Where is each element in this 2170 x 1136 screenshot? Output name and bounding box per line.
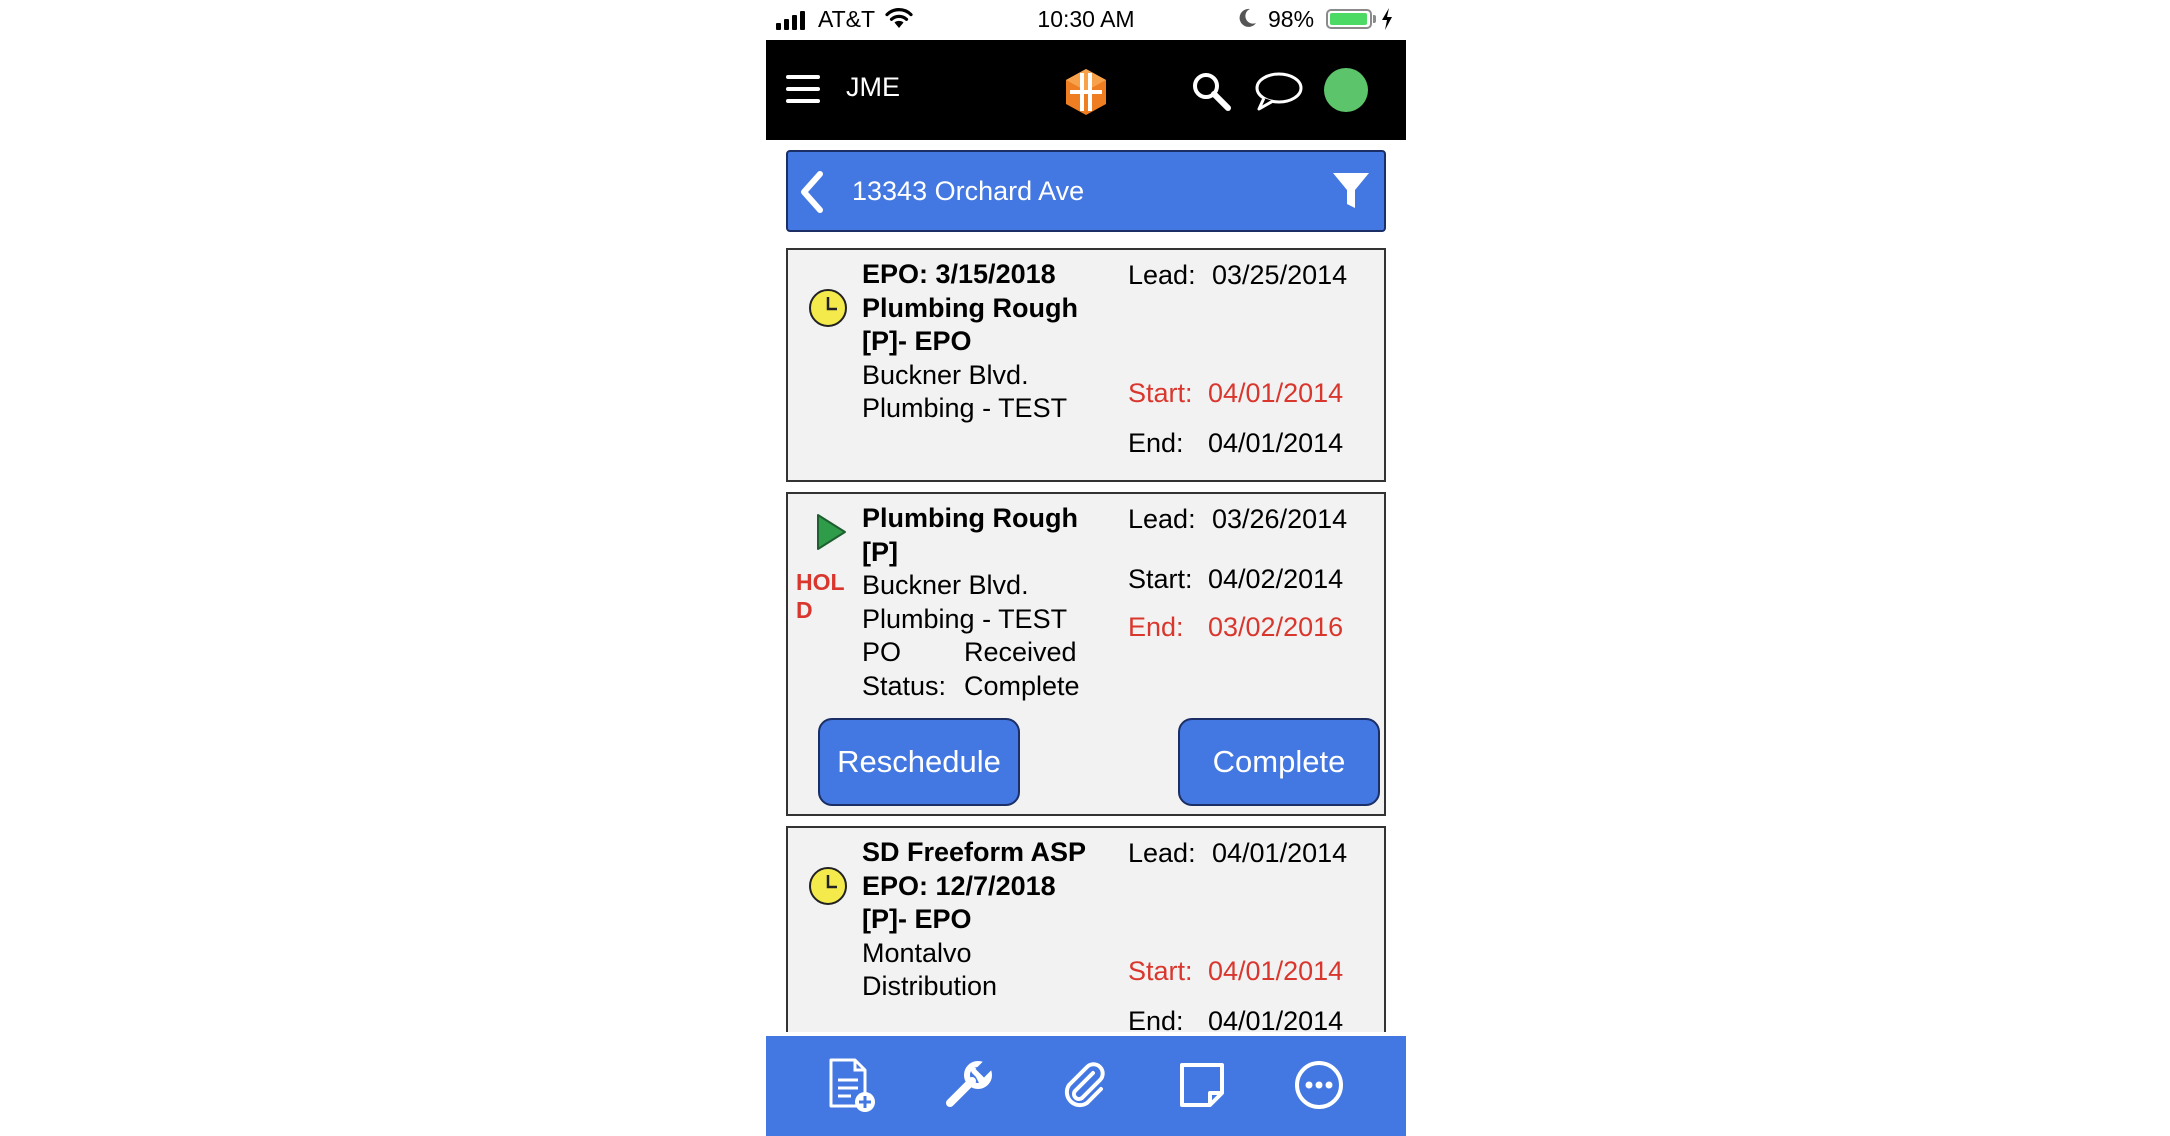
menu-icon[interactable] xyxy=(786,75,820,103)
end-date: 04/01/2014 xyxy=(1208,428,1344,458)
po-row: PO Received xyxy=(862,636,1122,670)
reschedule-button[interactable]: Reschedule xyxy=(818,718,1020,806)
start-date: 04/01/2014 xyxy=(1208,378,1344,408)
start-date: 04/02/2014 xyxy=(1208,564,1344,594)
battery-percent: 98% xyxy=(1268,6,1315,32)
card-details: Plumbing Rough [P] Buckner Blvd. Plumbin… xyxy=(862,502,1122,703)
card-title-line: [P]- EPO xyxy=(862,326,972,356)
logo xyxy=(1066,69,1106,115)
play-icon xyxy=(817,514,846,550)
card-title-line: Plumbing Rough xyxy=(862,503,1078,533)
work-order-card[interactable]: SD Freeform ASP EPO: 12/7/2018 [P]- EPO … xyxy=(786,826,1386,1032)
lead-label: Lead: xyxy=(1128,504,1196,534)
start-label: Start: xyxy=(1128,956,1193,986)
end-date: 03/02/2016 xyxy=(1208,612,1344,642)
more-icon[interactable] xyxy=(1284,1050,1354,1120)
end-label: End: xyxy=(1128,612,1184,642)
new-document-icon[interactable] xyxy=(816,1050,886,1120)
card-title-line: EPO: 3/15/2018 xyxy=(862,259,1056,289)
card-detail-line: Buckner Blvd. xyxy=(862,570,1029,600)
clock-icon xyxy=(809,289,847,327)
card-detail-line: Plumbing - TEST xyxy=(862,393,1068,423)
hold-label: HOLD xyxy=(796,569,845,623)
status-dot[interactable] xyxy=(1324,68,1368,112)
filter-icon[interactable] xyxy=(1331,170,1371,212)
end-date: 04/01/2014 xyxy=(1208,1006,1344,1032)
card-details: SD Freeform ASP EPO: 12/7/2018 [P]- EPO … xyxy=(862,836,1122,1004)
end-label: End: xyxy=(1128,428,1184,458)
wrench-icon[interactable] xyxy=(933,1050,1003,1120)
battery-icon xyxy=(1326,9,1372,29)
status-label: Status: xyxy=(862,670,947,701)
moon-icon xyxy=(1239,8,1256,27)
start-label: Start: xyxy=(1128,564,1193,594)
clock-icon xyxy=(809,867,847,905)
charging-bolt-icon xyxy=(1382,8,1392,30)
card-title-line: EPO: 12/7/2018 xyxy=(862,870,1056,901)
bottom-toolbar xyxy=(766,1036,1406,1136)
lead-date: 03/25/2014 xyxy=(1212,260,1348,290)
lead-label: Lead: xyxy=(1128,838,1196,868)
location-bar: 13343 Orchard Ave xyxy=(786,150,1386,232)
card-detail-line: Montalvo xyxy=(862,937,972,968)
work-order-list[interactable]: EPO: 3/15/2018 Plumbing Rough [P]- EPO B… xyxy=(766,246,1406,1032)
lead-date: 04/01/2014 xyxy=(1212,838,1348,868)
card-title-line: SD Freeform ASP xyxy=(862,837,1087,867)
phone-screen: AT&T 10:30 AM 98% JME 13343 Orchard Ave … xyxy=(766,0,1406,1136)
card-title-line: Plumbing Rough xyxy=(862,292,1078,323)
po-label: PO xyxy=(862,637,902,667)
lead-label: Lead: xyxy=(1128,260,1196,290)
app-header: JME xyxy=(766,40,1406,140)
location-title: 13343 Orchard Ave xyxy=(852,176,1085,206)
status-bar: AT&T 10:30 AM 98% xyxy=(766,0,1406,40)
card-detail-line: Plumbing - TEST xyxy=(862,603,1068,634)
paperclip-icon[interactable] xyxy=(1050,1050,1120,1120)
start-label: Start: xyxy=(1128,378,1193,408)
start-date: 04/01/2014 xyxy=(1208,956,1344,986)
note-icon[interactable] xyxy=(1167,1050,1237,1120)
app-title: JME xyxy=(846,72,900,102)
status-value: Complete xyxy=(964,670,1080,701)
card-title-line: [P] xyxy=(862,536,898,567)
complete-button[interactable]: Complete xyxy=(1178,718,1380,806)
po-value: Received xyxy=(964,637,1077,667)
battery-level xyxy=(1330,13,1368,25)
card-title-line: [P]- EPO xyxy=(862,904,972,934)
card-detail-line: Distribution xyxy=(862,971,998,1001)
card-details: EPO: 3/15/2018 Plumbing Rough [P]- EPO B… xyxy=(862,258,1122,426)
back-chevron-icon[interactable] xyxy=(798,170,828,214)
card-detail-line: Buckner Blvd. xyxy=(862,359,1029,390)
status-row: Status: Complete xyxy=(862,670,1122,704)
search-icon[interactable] xyxy=(1190,70,1232,112)
work-order-card[interactable]: EPO: 3/15/2018 Plumbing Rough [P]- EPO B… xyxy=(786,248,1386,482)
end-label: End: xyxy=(1128,1006,1184,1032)
lead-date: 03/26/2014 xyxy=(1212,504,1348,534)
battery-tip xyxy=(1373,15,1376,23)
chat-icon[interactable] xyxy=(1254,70,1304,112)
work-order-card[interactable]: HOLD Plumbing Rough [P] Buckner Blvd. Pl… xyxy=(786,492,1386,816)
